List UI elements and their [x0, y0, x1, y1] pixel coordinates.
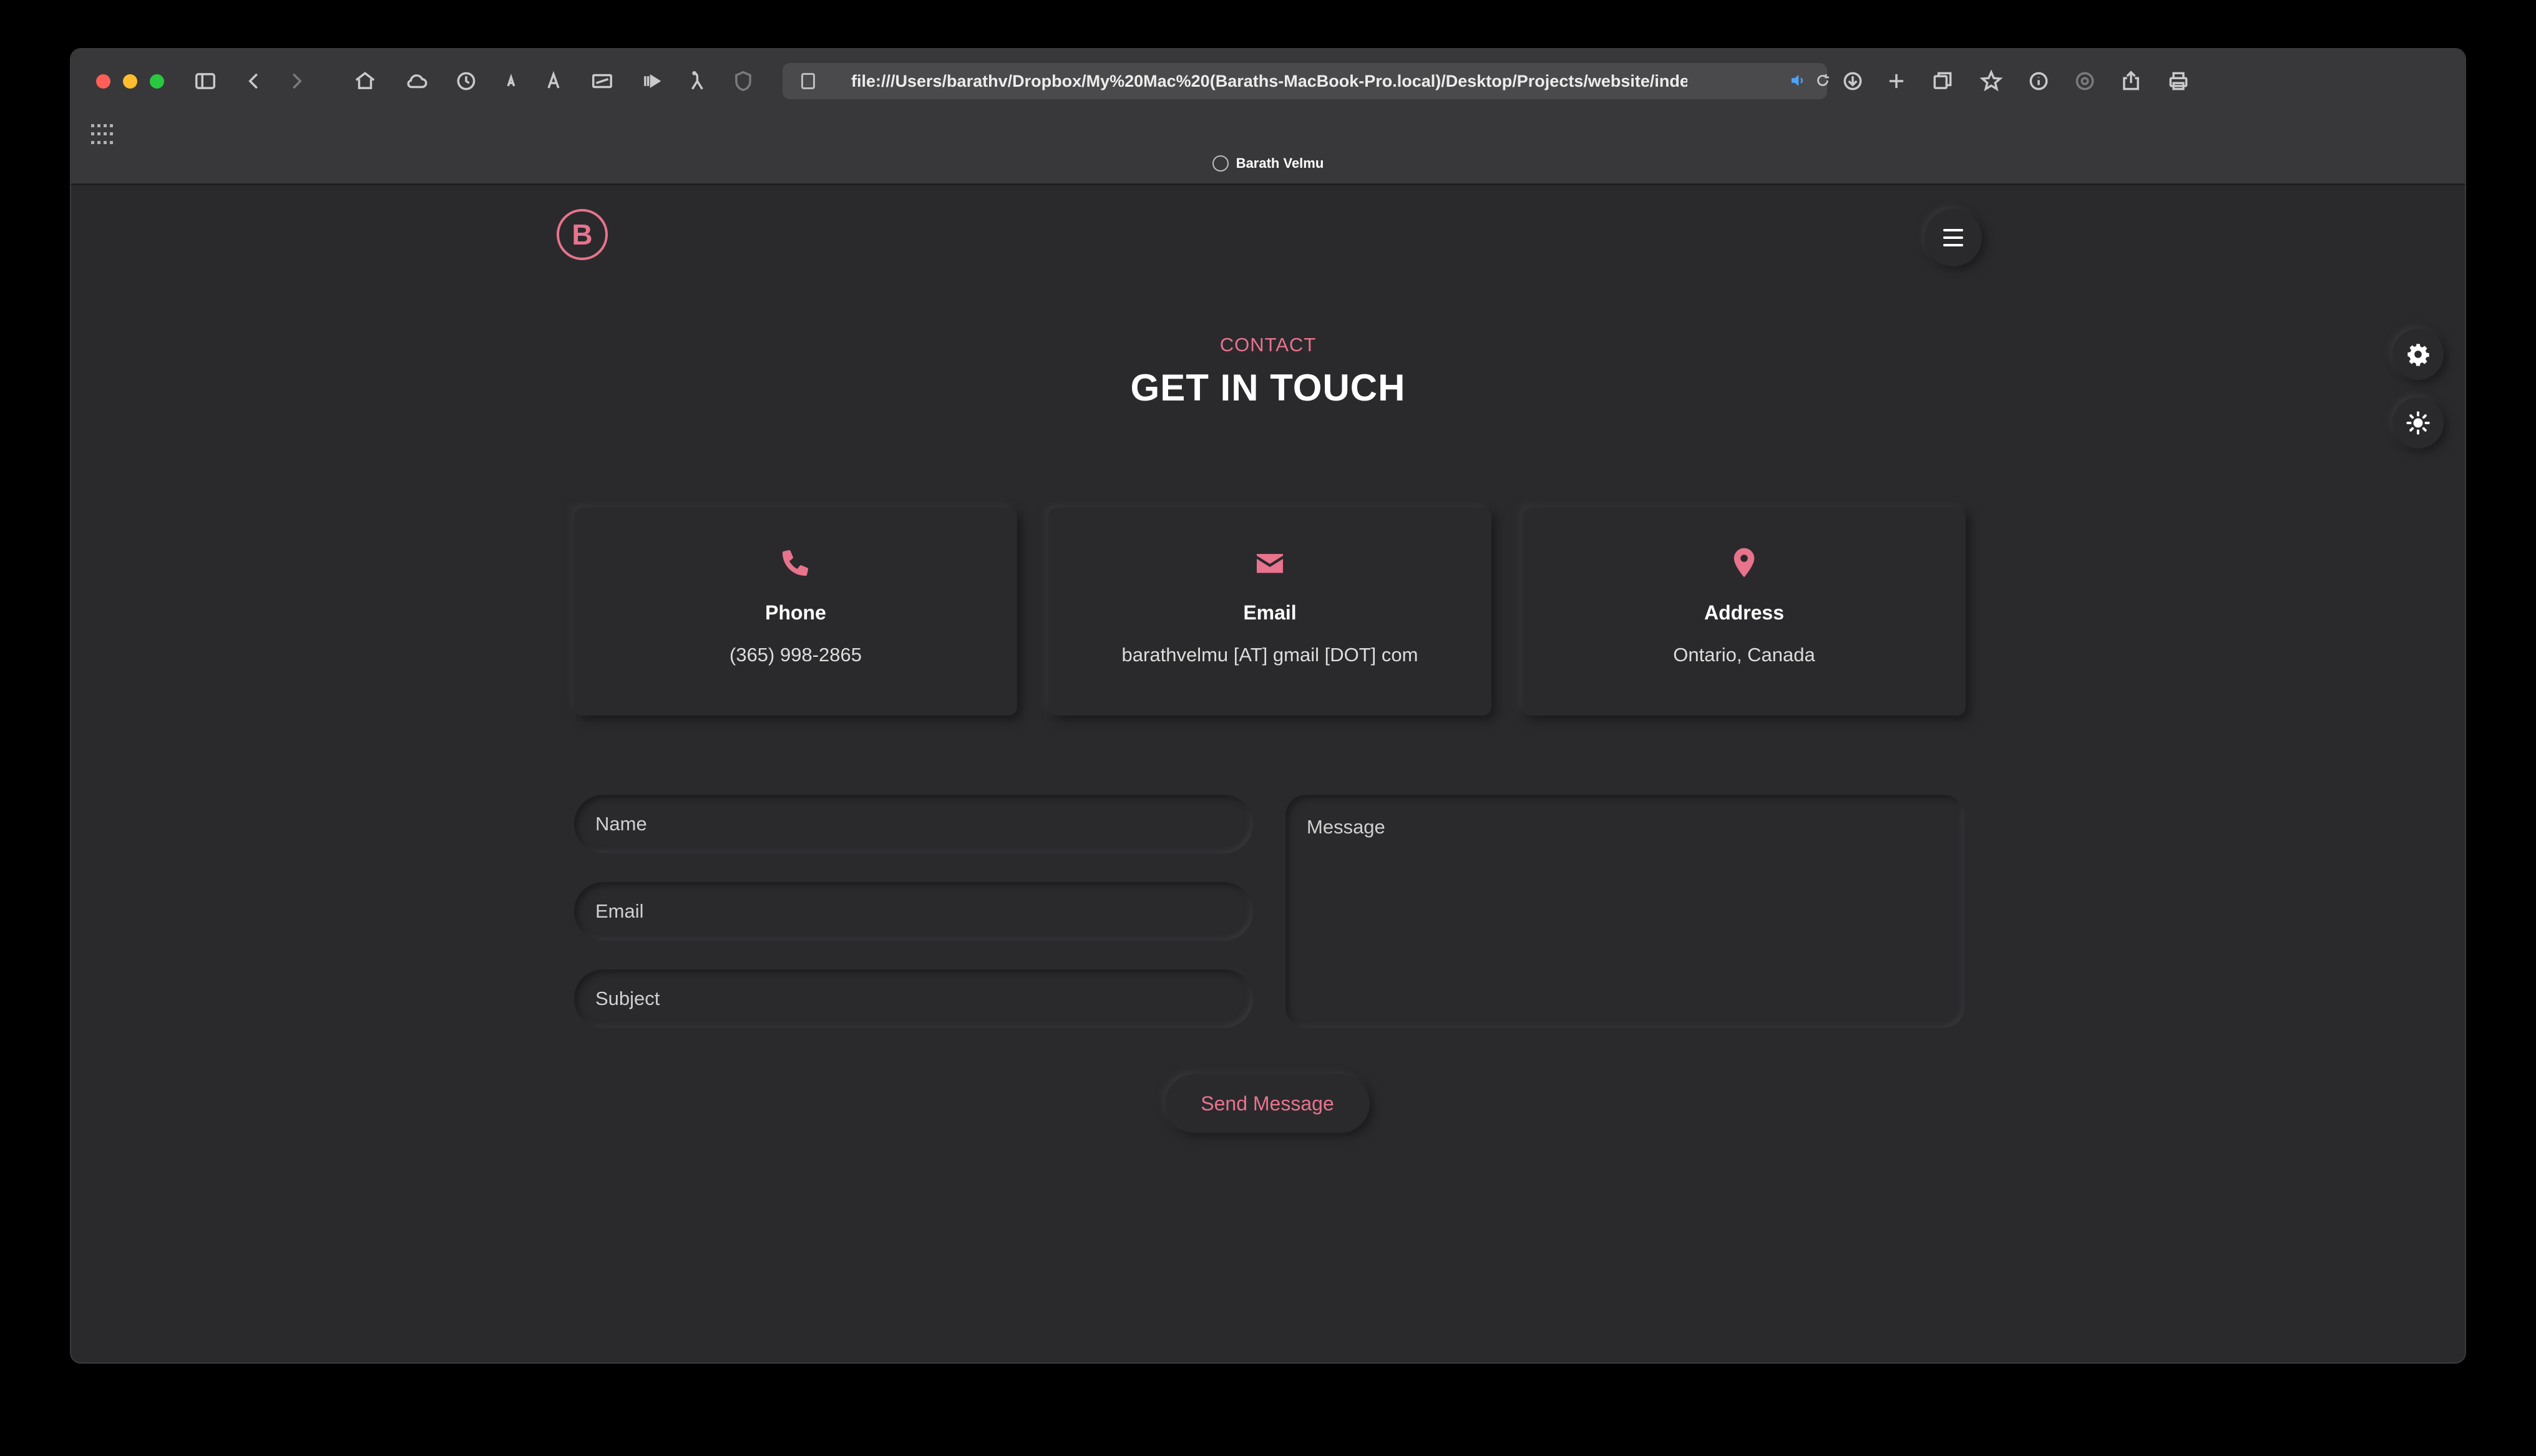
tab-bar: [71, 114, 2465, 185]
section-tag: CONTACT: [1219, 334, 1317, 356]
menu-icon: [1943, 229, 1963, 231]
privacy-icon[interactable]: [728, 66, 759, 97]
map-pin-icon: [1734, 548, 1755, 578]
email-input[interactable]: [574, 882, 1253, 941]
site-logo[interactable]: B: [557, 209, 608, 260]
zoom-window-button[interactable]: [150, 74, 164, 89]
screenshot-icon[interactable]: [587, 66, 618, 97]
window-controls: [96, 74, 164, 89]
close-window-button[interactable]: [96, 74, 110, 89]
sun-icon: [2406, 411, 2430, 435]
text-larger-icon[interactable]: [538, 66, 569, 97]
info-icon[interactable]: [2023, 66, 2054, 97]
address-card: Address Ontario, Canada: [1523, 508, 1966, 716]
page-title: GET IN TOUCH: [1130, 367, 1406, 409]
print-icon[interactable]: [2163, 66, 2194, 97]
share-icon[interactable]: [2115, 66, 2147, 97]
envelope-icon: [1257, 554, 1283, 573]
address-bar[interactable]: file:///Users/barathv/Dropbox/My%20Mac%2…: [783, 63, 1829, 99]
page-info-icon[interactable]: [801, 73, 815, 89]
text-smaller-icon[interactable]: [495, 66, 527, 97]
forward-icon[interactable]: [281, 66, 312, 97]
message-textarea[interactable]: [1285, 795, 1964, 1028]
tab-title-text: Barath Velmu: [1236, 155, 1324, 171]
cloud-icon[interactable]: [401, 66, 432, 97]
email-card: Email barathvelmu [AT] gmail [DOT] com: [1048, 508, 1491, 716]
logo-letter: B: [572, 218, 593, 251]
phone-icon: [782, 550, 809, 576]
extension-icon[interactable]: [683, 66, 714, 97]
phone-number: (365) 998-2865: [729, 644, 862, 666]
minimize-window-button[interactable]: [123, 74, 137, 89]
media-icon[interactable]: [636, 66, 668, 97]
email-address: barathvelmu [AT] gmail [DOT] com: [1121, 644, 1418, 666]
send-message-button[interactable]: Send Message: [1165, 1074, 1370, 1133]
back-icon[interactable]: [238, 66, 270, 97]
download-icon[interactable]: [1837, 66, 1868, 97]
url-text[interactable]: file:///Users/barathv/Dropbox/My%20Mac%2…: [851, 72, 1687, 91]
tab-active[interactable]: Barath Velmu: [71, 155, 2465, 172]
new-tab-icon[interactable]: [1881, 66, 1912, 97]
tab-favicon-icon: [1212, 155, 1229, 172]
browser-window: file:///Users/barathv/Dropbox/My%20Mac%2…: [70, 48, 2466, 1364]
web-page: B CONTACT GET IN TOUCH Phone (365) 998-2…: [71, 185, 2465, 1362]
bookmark-star-icon[interactable]: [1976, 66, 2007, 97]
reload-icon[interactable]: [1813, 70, 1832, 90]
card-label: Phone: [765, 601, 826, 624]
sidebar-toggle-icon[interactable]: [190, 66, 221, 97]
home-icon[interactable]: [349, 66, 381, 97]
history-icon[interactable]: [451, 66, 482, 97]
favorites-grid-icon[interactable]: [91, 124, 114, 147]
phone-card: Phone (365) 998-2865: [574, 508, 1017, 716]
tab-overview-icon[interactable]: [1927, 66, 1958, 97]
name-input[interactable]: [574, 795, 1253, 853]
settings-icon[interactable]: [2069, 66, 2100, 97]
speaker-icon[interactable]: [1788, 70, 1807, 90]
subject-input[interactable]: [574, 969, 1253, 1028]
hamburger-menu-button[interactable]: [1924, 209, 1982, 266]
card-label: Address: [1704, 601, 1785, 624]
browser-toolbar: file:///Users/barathv/Dropbox/My%20Mac%2…: [71, 49, 2465, 114]
card-label: Email: [1243, 601, 1297, 624]
address-text: Ontario, Canada: [1673, 644, 1815, 666]
